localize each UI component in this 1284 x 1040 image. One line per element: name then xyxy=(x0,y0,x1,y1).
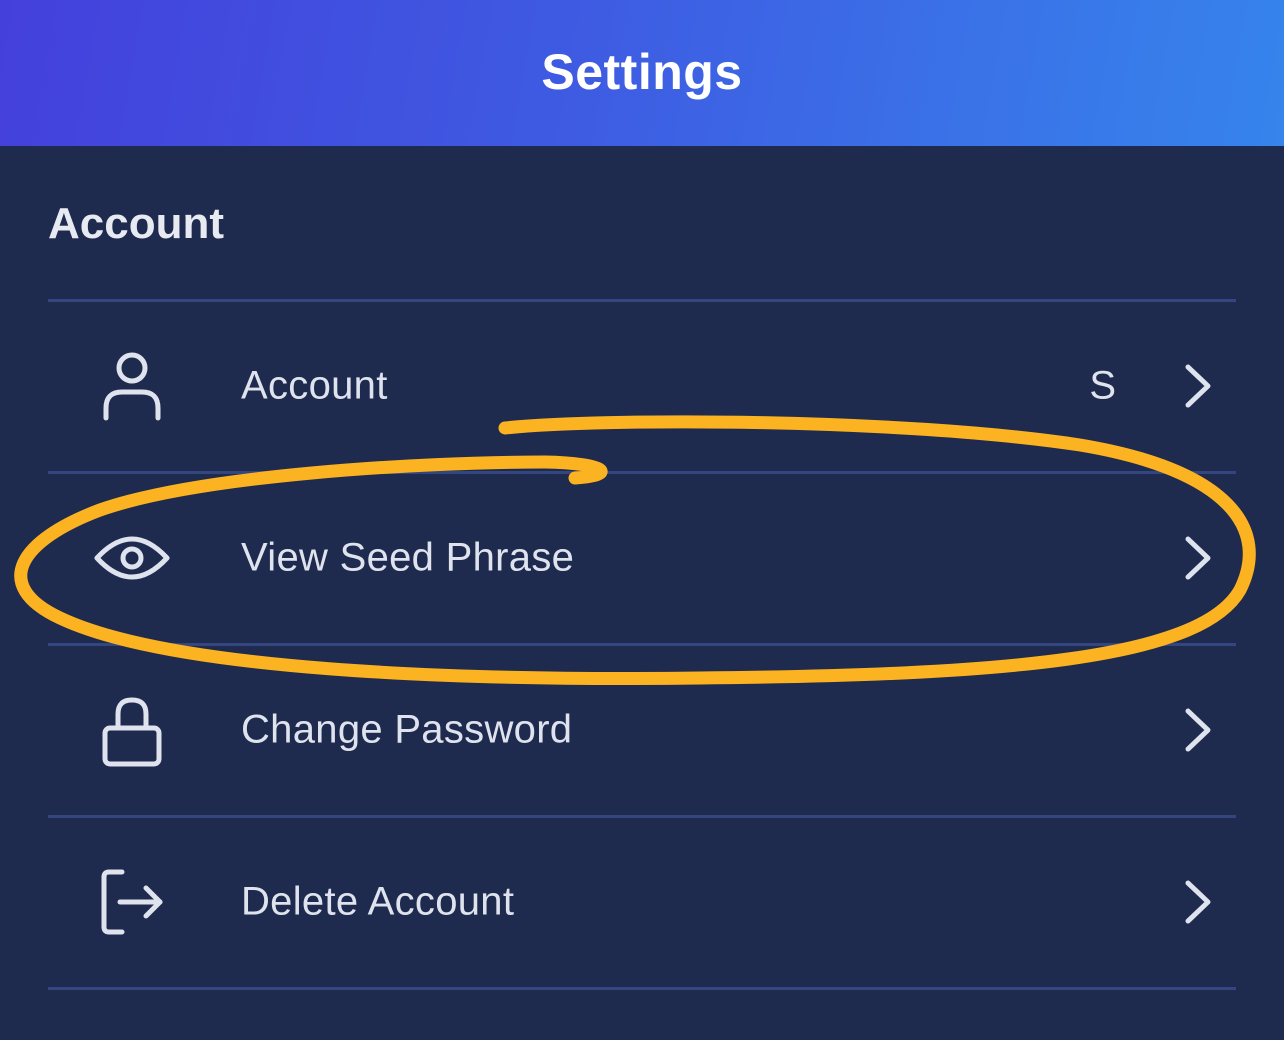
settings-row-label: Delete Account xyxy=(241,879,515,924)
divider xyxy=(48,987,1236,990)
header-bar: Settings xyxy=(0,0,1284,146)
eye-icon xyxy=(92,518,172,598)
settings-row-change-password[interactable]: Change Password xyxy=(48,646,1236,814)
section-title: Account xyxy=(48,199,224,248)
chevron-right-icon xyxy=(1185,364,1211,408)
user-icon xyxy=(92,346,172,426)
logout-icon xyxy=(92,862,172,942)
account-value: S xyxy=(1089,363,1116,408)
settings-row-view-seed-phrase[interactable]: View Seed Phrase xyxy=(48,474,1236,642)
chevron-right-icon xyxy=(1185,880,1211,924)
page-title: Settings xyxy=(541,44,743,100)
settings-row-label: Change Password xyxy=(241,707,573,752)
lock-icon xyxy=(92,690,172,770)
settings-row-label: View Seed Phrase xyxy=(241,535,575,580)
settings-row-delete-account[interactable]: Delete Account xyxy=(48,818,1236,986)
settings-row-label: Account xyxy=(241,363,388,408)
chevron-right-icon xyxy=(1185,536,1211,580)
settings-row-account[interactable]: Account S xyxy=(48,302,1236,470)
chevron-right-icon xyxy=(1185,708,1211,752)
